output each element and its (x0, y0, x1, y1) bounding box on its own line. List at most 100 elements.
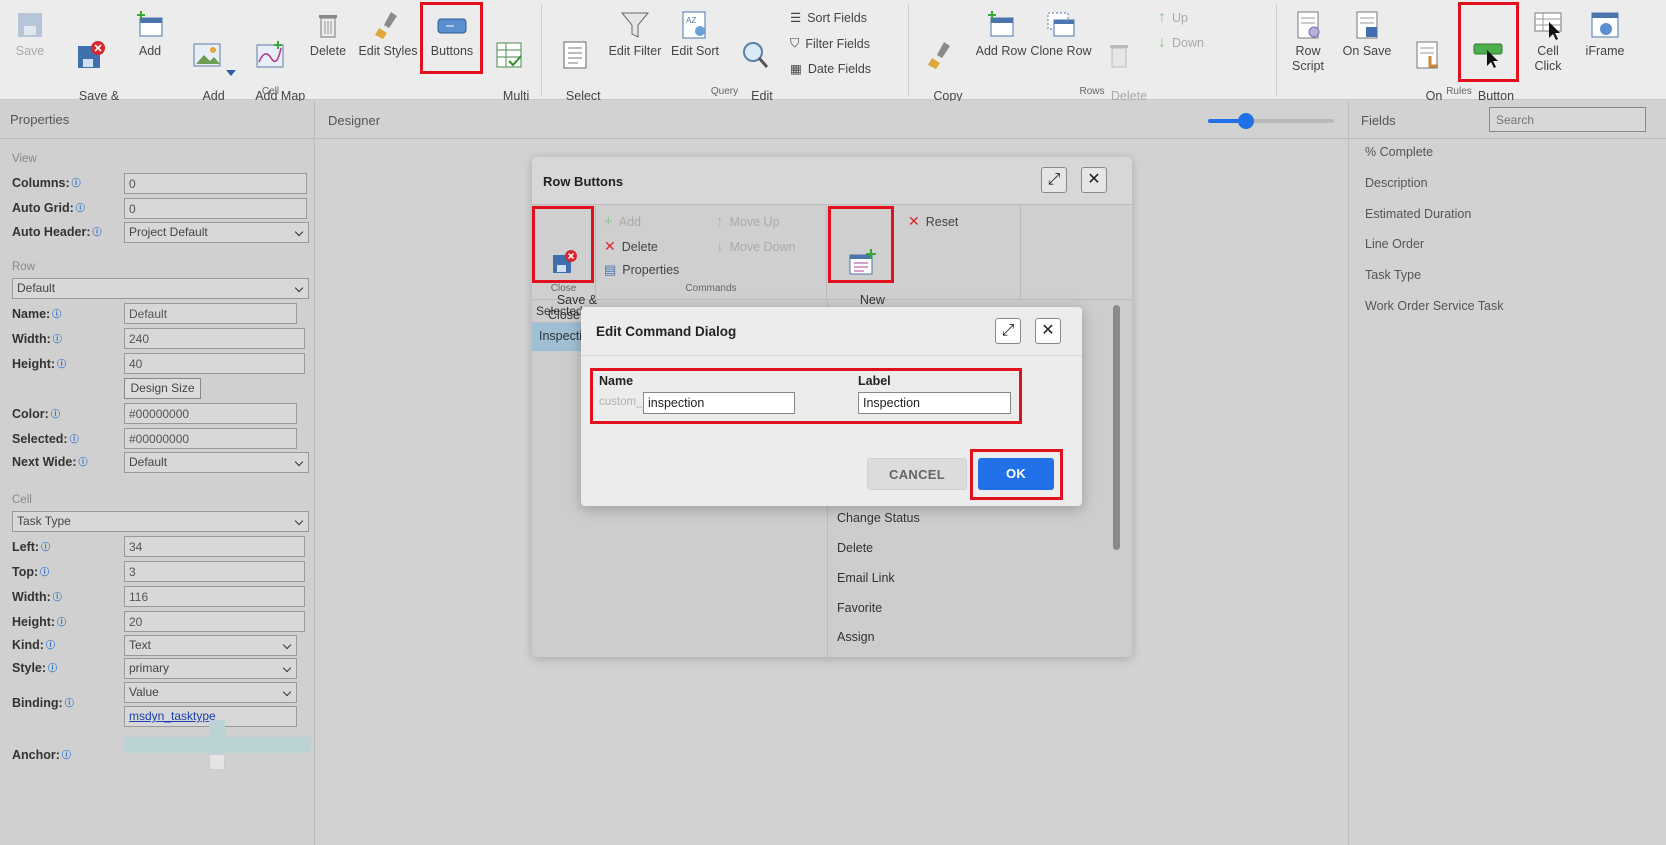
cell-group-label: Cell (261, 86, 280, 97)
next-wide-select[interactable]: Default (124, 452, 309, 473)
cell-click-button[interactable]: Cell Click (1522, 6, 1574, 74)
image-icon (192, 40, 222, 70)
add-row-button[interactable]: Add Row (974, 6, 1028, 59)
zoom-slider-thumb[interactable] (1238, 113, 1254, 129)
row-select[interactable]: Default (12, 278, 309, 299)
available-command-item[interactable]: Change Status (837, 511, 920, 525)
add-command-button[interactable]: + Add (604, 213, 641, 230)
sort-fields-button[interactable]: ☰ Sort Fields (790, 10, 867, 26)
anchor-label: Anchor: ⓘ (12, 748, 71, 762)
globe-icon (1590, 10, 1620, 40)
cancel-button[interactable]: CANCEL (867, 458, 967, 490)
design-size-button[interactable]: Design Size (124, 378, 201, 399)
command-label-input[interactable] (858, 392, 1011, 414)
cell-left-input[interactable] (124, 536, 305, 557)
reset-button[interactable]: ✕ Reset (908, 213, 958, 230)
on-save-button[interactable]: On Save (1342, 6, 1392, 59)
row-selected-color-input[interactable] (124, 428, 297, 449)
left-label: Left: ⓘ (12, 540, 51, 554)
command-name-input[interactable] (643, 392, 795, 414)
selected-label: Selected: ⓘ (12, 432, 79, 446)
row-height-input[interactable] (124, 353, 305, 374)
maximize-button[interactable]: ⤢ (995, 318, 1021, 344)
trash-icon (313, 10, 343, 40)
info-icon: ⓘ (57, 359, 67, 369)
field-item[interactable]: Line Order (1365, 237, 1424, 251)
move-row-up-button[interactable]: ↑ Up (1158, 9, 1188, 27)
available-command-item[interactable]: Favorite (837, 601, 882, 615)
buttons-button[interactable]: Buttons (424, 6, 480, 59)
close-icon: ✕ (1041, 322, 1055, 339)
maximize-button[interactable]: ⤢ (1041, 167, 1067, 193)
clone-row-button[interactable]: Clone Row (1030, 6, 1092, 59)
row-color-input[interactable] (124, 403, 297, 424)
list-scrollbar[interactable] (1113, 305, 1120, 550)
edit-styles-button[interactable]: Edit Styles (358, 6, 418, 59)
rules-group-label: Rules (1446, 86, 1472, 97)
row-script-button[interactable]: Row Script (1279, 6, 1337, 74)
field-item[interactable]: Estimated Duration (1365, 207, 1471, 221)
toolbar-separator (1020, 205, 1021, 300)
row-script-icon (1293, 10, 1323, 40)
properties-command-button[interactable]: ▤ Properties (604, 262, 679, 278)
cell-width-input[interactable] (124, 586, 305, 607)
auto-header-select[interactable]: Project Default (124, 222, 309, 243)
down-arrow-icon: ↓ (716, 238, 724, 255)
edit-sort-button[interactable]: AZ Edit Sort (668, 6, 722, 59)
available-command-item[interactable]: Delete (837, 541, 873, 555)
rows-group-label: Rows (1079, 86, 1105, 97)
width-label: Width: ⓘ (12, 332, 62, 346)
button-click-icon (1473, 40, 1503, 70)
sort-fields-icon: ☰ (790, 11, 802, 25)
top-label: Top: ⓘ (12, 565, 50, 579)
row-buttons-save-close-button[interactable]: Save & Close (536, 209, 597, 322)
fields-search-input[interactable] (1489, 107, 1646, 132)
row-name-input[interactable] (124, 303, 297, 324)
delete-cell-button[interactable]: Delete (308, 6, 348, 59)
available-command-item[interactable]: Email Link (837, 571, 895, 585)
new-command-button[interactable]: New Command (832, 209, 892, 322)
style-label: Style: ⓘ (12, 661, 58, 675)
dropdown-arrow-icon (226, 70, 236, 76)
auto-grid-input[interactable] (124, 198, 307, 219)
ok-button[interactable]: OK (978, 458, 1054, 490)
move-down-button[interactable]: ↓ Move Down (716, 238, 796, 255)
expand-icon: ⤢ (1047, 171, 1061, 188)
x-icon: ✕ (604, 238, 616, 254)
cell-width-label: Width: ⓘ (12, 590, 62, 604)
cell-height-input[interactable] (124, 611, 305, 632)
info-icon: ⓘ (75, 203, 85, 213)
next-wide-label: Next Wide: ⓘ (12, 455, 88, 469)
new-command-icon (848, 249, 876, 275)
move-row-down-button[interactable]: ↓ Down (1158, 34, 1204, 52)
edit-filter-button[interactable]: Edit Filter (606, 6, 664, 59)
columns-input[interactable] (124, 173, 307, 194)
anchor-bottom-toggle[interactable] (209, 754, 225, 770)
field-item[interactable]: Work Order Service Task (1365, 299, 1503, 313)
save-icon (15, 10, 45, 40)
move-up-button[interactable]: ↑ Move Up (716, 213, 780, 230)
row-buttons-toolbar: Save & Close Close + Add ✕ Delete ▤ Propert… (532, 205, 1132, 322)
kind-select[interactable]: Text (124, 635, 297, 656)
field-item[interactable]: % Complete (1365, 145, 1433, 159)
date-fields-button[interactable]: ▦ Date Fields (790, 61, 871, 77)
x-icon: ✕ (908, 213, 920, 229)
cell-top-input[interactable] (124, 561, 305, 582)
row-width-input[interactable] (124, 328, 305, 349)
binding-type-select[interactable]: Value (124, 682, 297, 703)
close-group-label: Close (550, 283, 577, 294)
add-button[interactable]: Add (132, 6, 168, 59)
iframe-button[interactable]: iFrame (1584, 6, 1626, 59)
close-button[interactable]: ✕ (1081, 167, 1107, 193)
available-command-item[interactable]: Assign (837, 630, 875, 644)
close-button[interactable]: ✕ (1035, 318, 1061, 344)
field-item[interactable]: Task Type (1365, 268, 1421, 282)
fields-header: Fields (1349, 101, 1666, 139)
style-select[interactable]: primary (124, 658, 297, 679)
expand-icon: ⤢ (1001, 322, 1015, 339)
filter-fields-button[interactable]: ⛉ Filter Fields (790, 36, 870, 51)
save-button[interactable]: Save (12, 6, 48, 59)
field-item[interactable]: Description (1365, 176, 1428, 190)
cell-select[interactable]: Task Type (12, 511, 309, 532)
delete-command-button[interactable]: ✕ Delete (604, 238, 658, 255)
